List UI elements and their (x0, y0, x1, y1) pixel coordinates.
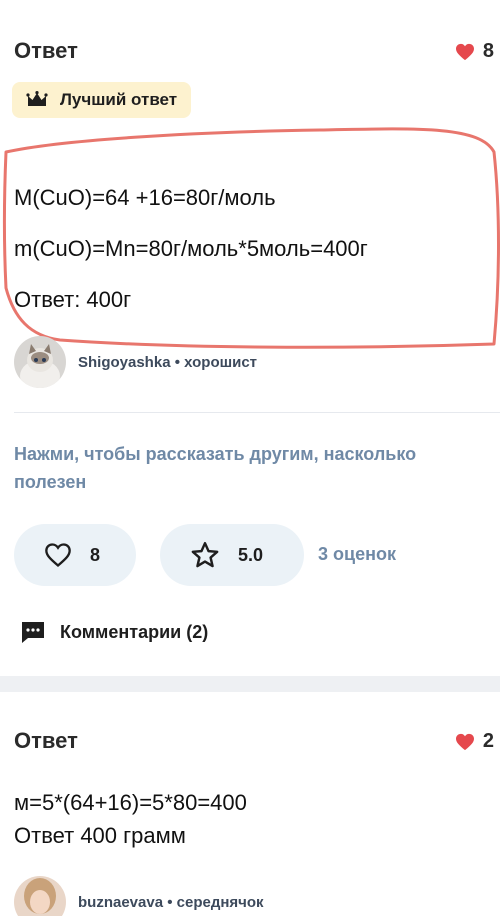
section-separator (0, 676, 500, 692)
best-answer-badge: Лучший ответ (12, 82, 192, 118)
answer-line: м=5*(64+16)=5*80=400 (14, 790, 247, 815)
feedback-prompt[interactable]: Нажми, чтобы рассказать другим, наскольк… (14, 440, 416, 496)
author-rank: середнячок (176, 893, 264, 911)
avatar[interactable] (14, 336, 66, 388)
like-button[interactable]: 8 (14, 524, 136, 586)
author-info: Shigoyashka • хорошист (78, 354, 257, 371)
comment-icon (22, 622, 44, 643)
answer-title: Ответ (14, 728, 78, 753)
author-rank: хорошист (184, 353, 258, 371)
heart-outline-icon (45, 543, 71, 568)
author-separator: • (174, 353, 180, 371)
author-info: buznaevava • середнячок (78, 894, 264, 911)
likes-count: 2 (482, 730, 494, 752)
answer-line: m(CuO)=Mn=80г/моль*5моль=400г (14, 236, 368, 261)
heart-icon (455, 733, 474, 750)
feedback-prompt-line: полезен (14, 472, 87, 492)
feedback-prompt-line: Нажми, чтобы рассказать другим, наскольк… (14, 444, 417, 464)
answer-likes[interactable]: 2 (455, 730, 494, 753)
heart-icon (455, 43, 474, 60)
rate-button[interactable]: 5.0 (160, 524, 304, 586)
author-row[interactable]: buznaevava • середнячок (14, 876, 264, 916)
comments-button[interactable]: Комментарии (2) (20, 620, 208, 644)
best-answer-label: Лучший ответ (60, 90, 178, 109)
author-separator: • (167, 893, 173, 911)
author-row[interactable]: Shigoyashka • хорошист (14, 336, 257, 388)
answer-line: Ответ 400 грамм (14, 823, 186, 848)
likes-count: 8 (482, 40, 494, 62)
rating-value: 5.0 (238, 544, 264, 565)
answer-line: Ответ: 400г (14, 287, 132, 312)
star-outline-icon (191, 541, 219, 568)
answer-title: Ответ (14, 38, 78, 63)
answer-line: M(CuO)=64 +16=80г/моль (14, 185, 276, 210)
answer-likes[interactable]: 8 (455, 40, 494, 63)
avatar[interactable] (14, 876, 66, 916)
like-count: 8 (90, 544, 101, 565)
answer-body: M(CuO)=64 +16=80г/моль m(CuO)=Mn=80г/мол… (14, 172, 368, 325)
ratings-count: 3 оценок (318, 544, 396, 564)
crown-icon (26, 91, 48, 106)
divider (14, 412, 500, 413)
answer-body: м=5*(64+16)=5*80=400 Ответ 400 грамм (14, 786, 247, 852)
author-name[interactable]: buznaevava (78, 894, 163, 911)
comments-label: Комментарии (2) (60, 621, 209, 642)
author-name[interactable]: Shigoyashka (78, 354, 171, 371)
